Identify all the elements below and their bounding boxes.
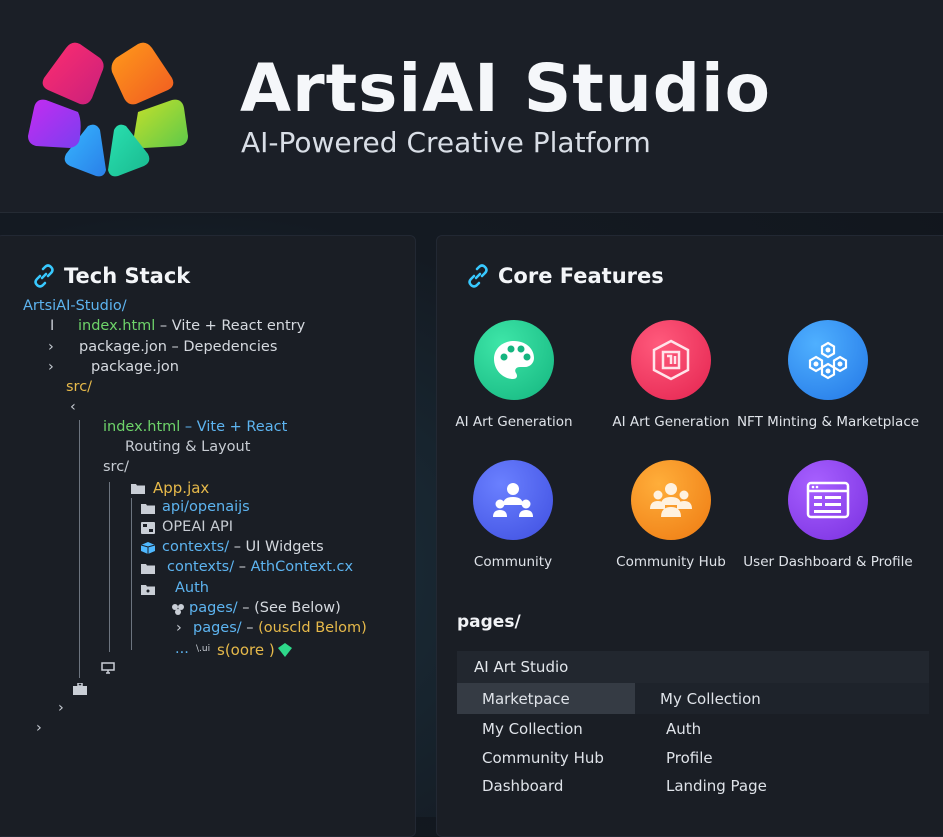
- pages-title: pages/: [457, 612, 521, 632]
- chevron-right-icon[interactable]: ›: [176, 620, 182, 636]
- tree-guide-line: [79, 420, 80, 678]
- gem-icon: [278, 643, 292, 657]
- tree-row-auth[interactable]: Auth: [175, 580, 209, 596]
- folder-icon: [131, 484, 145, 494]
- app-subtitle: AI-Powered Creative Platform: [241, 126, 651, 159]
- folder-icon: [141, 564, 155, 574]
- tree-row-index-vite[interactable]: index.html – Vite + React: [103, 419, 287, 435]
- tree-row-appjax[interactable]: App.jax: [153, 479, 209, 497]
- cube-cluster-icon: [172, 604, 184, 615]
- grid-image-icon: [141, 522, 155, 534]
- tree-row-index[interactable]: I: [50, 318, 54, 334]
- page-link-dashboard[interactable]: Dashboard: [482, 777, 563, 795]
- hexagon-network-icon: [788, 320, 868, 400]
- tree-row-core[interactable]: s(oore ): [217, 641, 275, 659]
- link-icon: [34, 264, 54, 288]
- page-link-profile[interactable]: Profile: [666, 749, 713, 767]
- tree-row-pages-1[interactable]: pages/ – (See Below): [189, 600, 341, 616]
- app-title: ArtsiAI Studio: [240, 50, 771, 127]
- page-link-marketpace[interactable]: Marketpace: [482, 690, 570, 708]
- tree-row-ellipsis: ...: [175, 641, 189, 657]
- tree-row-contexts-2[interactable]: contexts/ – AthContext.cx: [167, 559, 353, 575]
- monitor-icon: [101, 662, 115, 674]
- page-link-landing-page[interactable]: Landing Page: [666, 777, 767, 795]
- tree-row-src-2[interactable]: src/: [103, 459, 129, 475]
- chevron-right-icon[interactable]: ›: [58, 700, 64, 716]
- palette-icon: [474, 320, 554, 400]
- artsiai-logo: [28, 42, 188, 177]
- page-link-my-collection-2[interactable]: My Collection: [482, 720, 583, 738]
- tree-row-api[interactable]: api/openaijs: [162, 499, 250, 515]
- tree-row-src[interactable]: src/: [66, 379, 92, 395]
- core-features-title: Core Features: [498, 264, 664, 288]
- page-link-my-collection[interactable]: My Collection: [660, 690, 761, 708]
- chevron-right-icon[interactable]: ›: [36, 720, 42, 736]
- package-icon: [141, 542, 155, 554]
- tree-row-package-2[interactable]: package.jon: [91, 359, 179, 375]
- pages-table-header: AI Art Studio: [457, 651, 929, 683]
- link-icon: [468, 264, 488, 288]
- feature-user-dashboard[interactable]: User Dashboard & Profile: [733, 460, 923, 570]
- tree-row-routing[interactable]: Routing & Layout: [125, 439, 250, 455]
- tree-root[interactable]: ArtsiAI-Studio/: [23, 298, 127, 314]
- users-group-icon: [473, 460, 553, 540]
- page-link-community-hub[interactable]: Community Hub: [482, 749, 604, 767]
- header-banner: ArtsiAI Studio AI-Powered Creative Platf…: [0, 0, 943, 213]
- tree-row-contexts-1[interactable]: contexts/ – UI Widgets: [162, 539, 324, 555]
- chevron-right-icon[interactable]: ›: [48, 359, 54, 375]
- tree-row-openai[interactable]: OPEAI API: [162, 519, 233, 535]
- chevron-right-icon[interactable]: ›: [48, 339, 54, 355]
- tree-row-package[interactable]: package.jon – Depedencies: [79, 339, 277, 355]
- tech-stack-title: Tech Stack: [64, 264, 191, 288]
- ai-chip-icon: [631, 320, 711, 400]
- tree-row-pages-2[interactable]: pages/ – (ouscld Belom): [193, 620, 367, 636]
- folder-icon: [141, 504, 155, 514]
- dashboard-window-icon: [788, 460, 868, 540]
- tree-guide-line: [109, 482, 110, 652]
- tree-row-small-label: \.ui: [196, 644, 211, 654]
- tree-row-index-label: index.html – Vite + React entry: [78, 318, 306, 334]
- folder-lock-icon: [141, 585, 155, 595]
- chevron-left-icon[interactable]: ‹: [70, 399, 76, 415]
- page-link-auth[interactable]: Auth: [666, 720, 701, 738]
- briefcase-icon: [73, 683, 87, 695]
- people-hub-icon: [631, 460, 711, 540]
- tree-guide-line: [131, 498, 132, 650]
- feature-nft-minting[interactable]: NFT Minting & Marketplace: [733, 320, 923, 430]
